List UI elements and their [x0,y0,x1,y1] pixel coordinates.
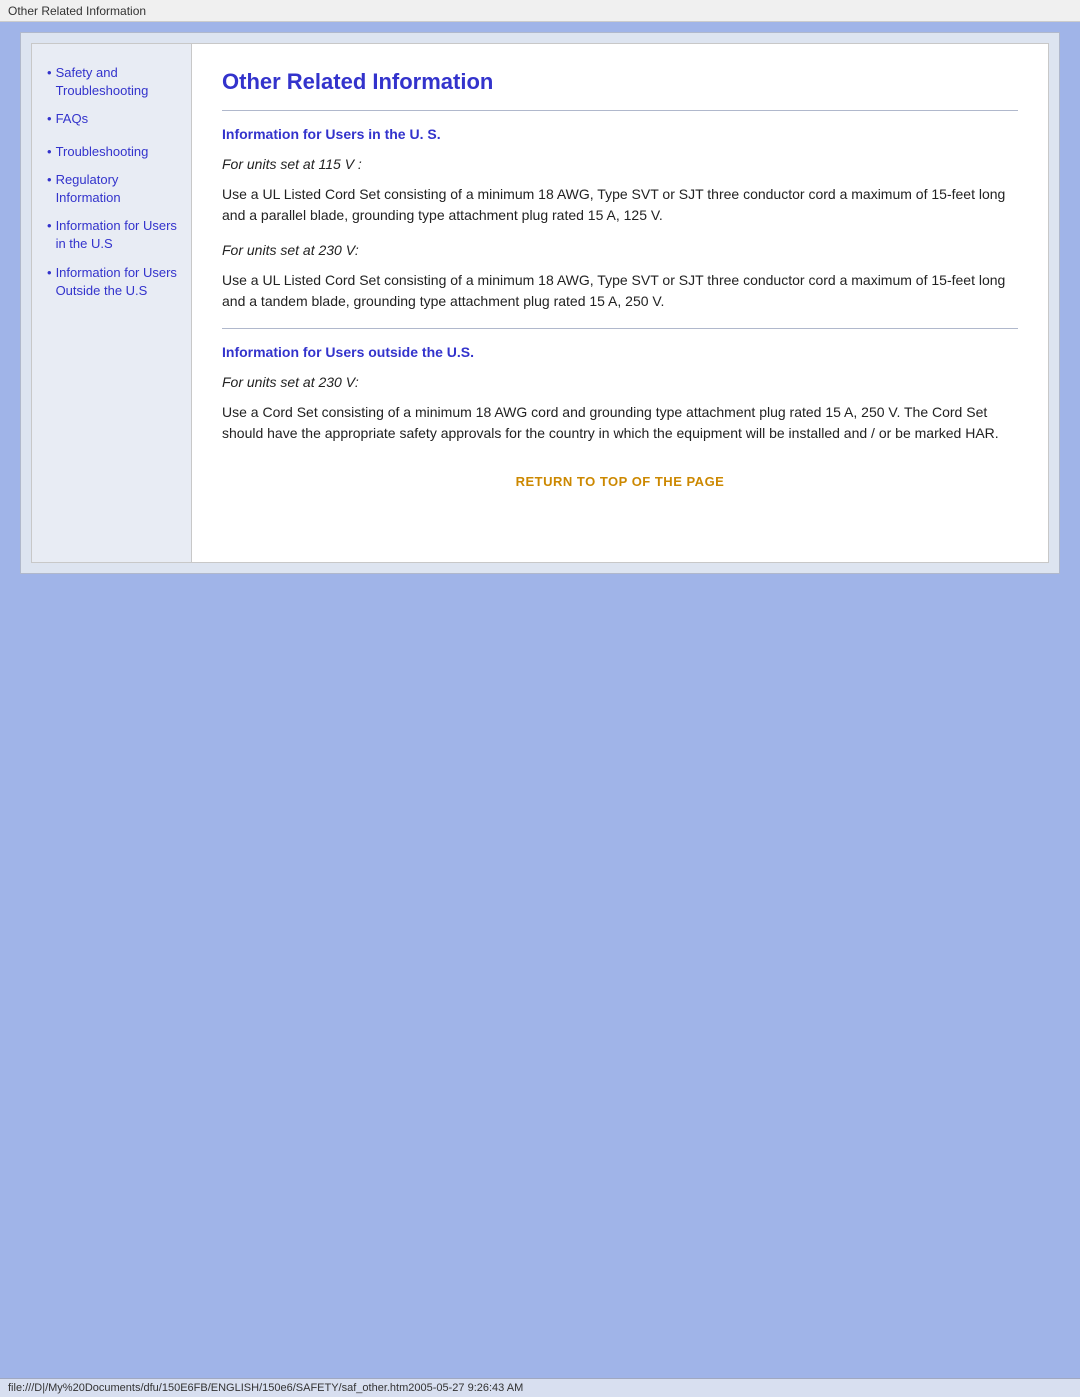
sidebar: • Safety and Troubleshooting • FAQs • Tr… [32,44,192,562]
bullet-regulatory: • [47,171,52,211]
sidebar-item-safety[interactable]: • Safety and Troubleshooting [47,64,181,104]
bullet-info-us: • [47,217,52,257]
page-container: • Safety and Troubleshooting • FAQs • Tr… [31,43,1049,563]
sidebar-link-troubleshooting[interactable]: Troubleshooting [56,143,149,161]
section2-para1-body: Use a Cord Set consisting of a minimum 1… [222,402,1018,444]
divider-1 [222,110,1018,111]
section1-heading: Information for Users in the U. S. [222,126,1018,142]
sidebar-item-regulatory[interactable]: • Regulatory Information [47,171,181,211]
status-bar-text: file:///D|/My%20Documents/dfu/150E6FB/EN… [8,1382,523,1394]
status-bar: file:///D|/My%20Documents/dfu/150E6FB/EN… [0,1378,1080,1397]
section2-para1-italic: For units set at 230 V: [222,374,1018,390]
section1-para2-body: Use a UL Listed Cord Set consisting of a… [222,270,1018,312]
sidebar-link-faqs[interactable]: FAQs [56,110,89,128]
bullet-troubleshooting: • [47,143,52,165]
page-title: Other Related Information [222,69,1018,95]
sidebar-item-faqs[interactable]: • FAQs [47,110,181,132]
sidebar-link-info-us[interactable]: Information for Users in the U.S [56,217,181,253]
title-bar-text: Other Related Information [8,4,146,18]
divider-2 [222,328,1018,329]
bullet-info-outside: • [47,264,52,304]
sidebar-item-info-outside[interactable]: • Information for Users Outside the U.S [47,264,181,304]
bullet-safety: • [47,64,52,104]
sidebar-item-troubleshooting[interactable]: • Troubleshooting [47,143,181,165]
sidebar-link-info-outside[interactable]: Information for Users Outside the U.S [56,264,181,300]
section1-para1-body: Use a UL Listed Cord Set consisting of a… [222,184,1018,226]
browser-content: • Safety and Troubleshooting • FAQs • Tr… [20,32,1060,574]
sidebar-link-regulatory[interactable]: Regulatory Information [56,171,181,207]
section1-para2-italic: For units set at 230 V: [222,242,1018,258]
title-bar: Other Related Information [0,0,1080,22]
sidebar-item-info-us[interactable]: • Information for Users in the U.S [47,217,181,257]
section1-para1-italic: For units set at 115 V : [222,156,1018,172]
return-to-top-link[interactable]: RETURN TO TOP OF THE PAGE [222,474,1018,489]
main-content: Other Related Information Information fo… [192,44,1048,562]
bullet-faqs: • [47,110,52,132]
sidebar-link-safety[interactable]: Safety and Troubleshooting [56,64,181,100]
section2-heading: Information for Users outside the U.S. [222,344,1018,360]
